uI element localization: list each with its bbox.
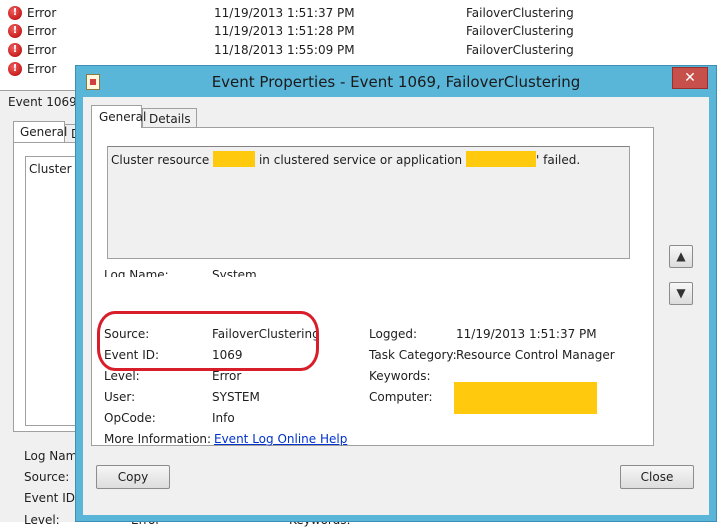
keywords-label: Keywords:	[369, 369, 431, 383]
more-information-label: More Information:	[104, 432, 212, 446]
copy-button[interactable]: Copy	[96, 465, 170, 489]
user-label: User:	[104, 390, 136, 404]
opcode-value: Info	[212, 411, 235, 425]
event-source: FailoverClustering	[466, 43, 574, 57]
bg-log-name-label: Log Nam	[24, 449, 78, 463]
log-name-label: Log Name:	[104, 268, 169, 277]
description-part-2: in clustered service or application	[258, 153, 463, 167]
event-date: 11/18/2013 1:55:09 PM	[214, 43, 355, 57]
redacted-application	[466, 151, 536, 167]
event-description: Cluster resource in clustered service or…	[111, 151, 580, 167]
bg-level-label: Level:	[24, 513, 60, 527]
description-part-1: Cluster resource	[111, 153, 210, 167]
dialog-title: Event Properties - Event 1069, FailoverC…	[211, 73, 581, 91]
level-label: Level:	[104, 369, 140, 383]
event-row[interactable]: ! Error 11/19/2013 1:51:28 PM FailoverCl…	[0, 22, 717, 41]
redacted-computer-name	[454, 382, 597, 414]
event-log-online-help-link[interactable]: Event Log Online Help	[214, 432, 347, 446]
event-row[interactable]: ! Error 11/19/2013 1:51:37 PM FailoverCl…	[0, 4, 717, 23]
task-category-value: Resource Control Manager	[456, 348, 615, 362]
opcode-label: OpCode:	[104, 411, 156, 425]
event-properties-dialog: Event Properties - Event 1069, FailoverC…	[75, 65, 717, 522]
task-category-label: Task Category:	[369, 348, 457, 362]
bg-tab-general[interactable]: General	[13, 121, 67, 143]
dialog-client-area: General Details Cluster resource in clus…	[83, 97, 709, 515]
event-level: Error	[27, 6, 57, 20]
annotation-oval	[97, 311, 319, 371]
tab-general[interactable]: General	[91, 105, 146, 128]
next-event-button[interactable]: ▼	[669, 282, 693, 305]
arrow-up-icon: ▲	[676, 249, 686, 263]
event-date: 11/19/2013 1:51:28 PM	[214, 24, 355, 38]
event-source: FailoverClustering	[466, 6, 574, 20]
previous-event-button[interactable]: ▲	[669, 245, 693, 268]
level-value: Error	[212, 369, 242, 383]
arrow-down-icon: ▼	[676, 286, 686, 300]
event-description-box[interactable]: Cluster resource in clustered service or…	[107, 146, 630, 259]
close-icon[interactable]: ✕	[672, 67, 708, 89]
logged-label: Logged:	[369, 327, 418, 341]
bg-source-label: Source:	[24, 470, 70, 484]
error-icon: !	[8, 24, 22, 38]
computer-label: Computer:	[369, 390, 433, 404]
bg-event-id-label: Event ID:	[24, 491, 80, 505]
general-tab-panel: Cluster resource in clustered service or…	[91, 127, 654, 446]
event-row[interactable]: ! Error 11/18/2013 1:55:09 PM FailoverCl…	[0, 41, 717, 60]
error-icon: !	[8, 6, 22, 20]
event-level: Error	[27, 43, 57, 57]
event-date: 11/19/2013 1:51:37 PM	[214, 6, 355, 20]
redacted-resource	[213, 151, 256, 167]
event-source: FailoverClustering	[466, 24, 574, 38]
event-level: Error	[27, 62, 57, 76]
tab-details[interactable]: Details	[142, 108, 197, 128]
log-name-value: System	[212, 268, 257, 277]
bg-description: Cluster r	[25, 156, 80, 426]
detail-pane-title: Event 1069, F	[0, 90, 80, 112]
close-button[interactable]: Close	[620, 465, 694, 489]
event-level: Error	[27, 24, 57, 38]
logged-value: 11/19/2013 1:51:37 PM	[456, 327, 597, 341]
error-icon: !	[8, 43, 22, 57]
error-icon: !	[8, 62, 22, 76]
description-part-3: ' failed.	[536, 153, 581, 167]
user-value: SYSTEM	[212, 390, 260, 404]
title-bar[interactable]: Event Properties - Event 1069, FailoverC…	[76, 66, 716, 97]
